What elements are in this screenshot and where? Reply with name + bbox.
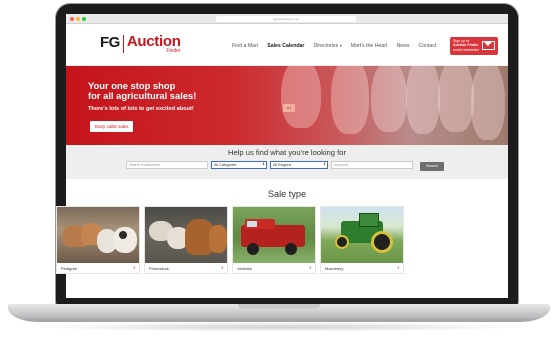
signup-text: Sign up to Auction Finder email newslett…	[453, 39, 481, 52]
hero-title: Your one stop shop for all agricultural …	[88, 81, 196, 101]
card-label: Vehicles	[237, 265, 252, 271]
chevron-right-icon: ›	[133, 265, 135, 271]
card-pedigree[interactable]: Pedigree ›	[56, 206, 140, 274]
laptop-notch	[238, 304, 320, 309]
logo-auction: Auction	[126, 33, 181, 50]
laptop-mockup: fgauctionfinder.com FG Auction Finder Fi…	[0, 0, 558, 349]
card-machinery[interactable]: Machinery ›	[320, 206, 404, 274]
chevron-right-icon: ›	[397, 265, 399, 271]
auctioneer-search-input[interactable]: Search Auctioneers	[126, 161, 208, 169]
nav-directories-label: Directories	[313, 43, 339, 49]
hero-title-line: for all agricultural sales!	[88, 90, 197, 101]
search-section: Help us find what you're looking for Sea…	[66, 145, 508, 179]
card-primestock[interactable]: Primestock ›	[144, 206, 228, 274]
nav-contact[interactable]: Contact	[418, 43, 436, 49]
cow-shape	[438, 66, 474, 132]
nav-news[interactable]: News	[396, 43, 409, 49]
search-heading: Help us find what you're looking for	[228, 148, 346, 157]
card-footer: Vehicles ›	[233, 263, 315, 273]
card-vehicles[interactable]: Vehicles ›	[232, 206, 316, 274]
keyword-input[interactable]: Keyword	[331, 161, 413, 169]
machinery-image	[321, 207, 403, 263]
dairy-cattle-sales-button[interactable]: Dairy cattle sales	[90, 121, 134, 132]
minimize-dot-icon[interactable]	[76, 17, 80, 21]
card-footer: Pedigree ›	[57, 263, 139, 273]
sale-type-heading: Sale type	[267, 189, 307, 199]
close-dot-icon[interactable]	[70, 17, 74, 21]
address-bar[interactable]: fgauctionfinder.com	[216, 16, 356, 22]
chevron-down-icon: ▾	[339, 43, 342, 48]
envelope-icon	[482, 41, 495, 50]
logo-wordmark: Auction Finder	[127, 34, 181, 54]
card-label: Machinery	[325, 265, 344, 271]
cow-shape	[281, 66, 321, 128]
cow-shape	[331, 66, 369, 134]
nav-find-a-mart[interactable]: Find a Mart	[232, 43, 258, 49]
maximize-dot-icon[interactable]	[82, 17, 86, 21]
signup-line: email newsletter	[453, 47, 479, 52]
ear-tag: 117	[283, 104, 295, 112]
cow-shape	[406, 66, 440, 134]
pedigree-image	[57, 207, 139, 263]
vehicles-image	[233, 207, 315, 263]
site-logo[interactable]: FG Auction Finder	[100, 34, 181, 54]
window-controls	[70, 17, 86, 21]
sale-type-cards: Pedigree › Primestock › Vehicles › Machi…	[56, 206, 404, 274]
cow-shape	[471, 66, 505, 140]
chevron-right-icon: ›	[221, 265, 223, 271]
main-nav: Find a Mart Sales Calendar Directories ▾…	[232, 43, 436, 49]
card-footer: Machinery ›	[321, 263, 403, 273]
search-form: Search Auctioneers All Categories All Re…	[126, 161, 444, 171]
nav-sales-calendar[interactable]: Sales Calendar	[267, 43, 304, 49]
logo-fg: FG	[100, 34, 120, 51]
category-select[interactable]: All Categories	[211, 161, 267, 169]
logo-divider	[122, 35, 124, 53]
card-footer: Primestock ›	[145, 263, 227, 273]
laptop-shadow	[30, 322, 530, 332]
chevron-right-icon: ›	[309, 265, 311, 271]
search-button[interactable]: Search	[420, 162, 444, 171]
browser-chrome: fgauctionfinder.com	[66, 14, 508, 24]
nav-marts-the-heart[interactable]: Mart's the Heart	[351, 43, 388, 49]
primestock-image	[145, 207, 227, 263]
logo-finder: Finder	[166, 48, 181, 54]
nav-directories[interactable]: Directories ▾	[313, 43, 341, 49]
card-label: Pedigree	[61, 265, 78, 271]
cow-shape	[371, 66, 407, 132]
site-header: FG Auction Finder Find a Mart Sales Cale…	[66, 24, 508, 66]
region-select[interactable]: All Regions	[270, 161, 328, 169]
newsletter-signup-button[interactable]: Sign up to Auction Finder email newslett…	[450, 37, 498, 55]
hero-subtitle: There's lots of lots to get excited abou…	[88, 106, 194, 112]
card-label: Primestock	[149, 265, 169, 271]
hero-banner: 117 Your one stop shop for all agricultu…	[66, 66, 508, 145]
